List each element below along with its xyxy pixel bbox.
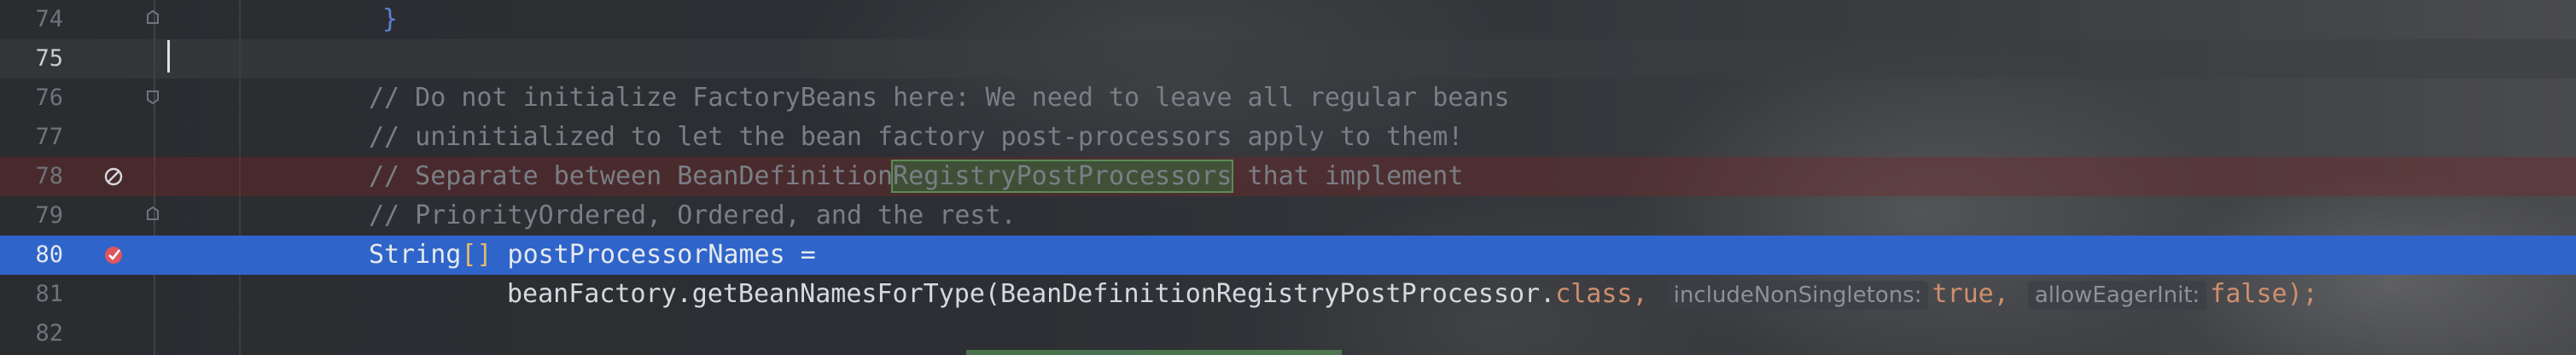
array-brackets: [] (461, 240, 492, 270)
line-number: 82 (35, 320, 63, 346)
line-number: 79 (35, 202, 63, 229)
comma: , (1632, 279, 1648, 309)
line-number: 78 (35, 163, 63, 189)
param-hint-allow-eager-init: allowEagerInit: (2027, 280, 2207, 310)
param-hint-include-non-singletons: includeNonSingletons: (1666, 280, 1929, 310)
literal-false: false (2210, 279, 2288, 309)
line-number: 80 (35, 242, 63, 268)
statement-end: ); (2287, 279, 2318, 309)
code-line-75[interactable]: 75 (0, 39, 2576, 79)
code-line-78[interactable]: 78 // Separate between BeanDefinitionReg… (0, 157, 2576, 196)
search-match-highlight-partial (966, 350, 1342, 355)
disabled-breakpoint-icon[interactable] (103, 166, 124, 187)
comma: , (1993, 279, 2009, 309)
code-line-79[interactable]: 79 // PriorityOrdered, Ordered, and the … (0, 196, 2576, 236)
code-text: } (382, 4, 399, 34)
code-line-76[interactable]: 76 // Do not initialize FactoryBeans her… (0, 79, 2576, 118)
method-call: beanFactory.getBeanNamesForType(BeanDefi… (507, 279, 1556, 309)
line-number: 74 (35, 6, 63, 32)
code-text: beanFactory.getBeanNamesForType(BeanDefi… (507, 275, 2318, 314)
variable-name: postProcessorNames (492, 240, 785, 270)
line-number: 77 (35, 124, 63, 150)
line-number: 76 (35, 84, 63, 111)
code-line-80-execution-point[interactable]: 80 String[] postProcessorNames = (0, 236, 2576, 275)
fold-marker-icon[interactable] (144, 206, 161, 223)
type-name: String (369, 240, 462, 270)
comment-suffix: that implement (1232, 161, 1464, 191)
class-keyword: class (1555, 279, 1633, 309)
fold-marker-icon[interactable] (144, 9, 161, 26)
code-line-77[interactable]: 77 // uninitialized to let the bean fact… (0, 118, 2576, 157)
breakpoint-checked-icon[interactable] (103, 245, 124, 265)
search-match-highlight: RegistryPostProcessors (891, 160, 1234, 193)
text-caret (167, 40, 170, 73)
comment-prefix: // Separate between BeanDefinition (369, 161, 894, 191)
line-number: 75 (35, 45, 63, 72)
fold-marker-icon[interactable] (144, 88, 161, 105)
code-text: String[] postProcessorNames = (369, 236, 816, 275)
code-comment: // Separate between BeanDefinitionRegist… (369, 157, 1463, 196)
code-comment: // uninitialized to let the bean factory… (369, 122, 1464, 152)
literal-true: true (1932, 279, 1994, 309)
code-line-81[interactable]: 81 beanFactory.getBeanNamesForType(BeanD… (0, 275, 2576, 314)
code-line-74[interactable]: 74 } (0, 0, 2576, 39)
code-editor[interactable]: 74 } 75 76 // Do not initialize FactoryB… (0, 0, 2576, 355)
code-line-82[interactable]: 82 (0, 314, 2576, 353)
assign-operator: = (784, 240, 816, 270)
code-comment: // PriorityOrdered, Ordered, and the res… (369, 201, 1017, 230)
line-number: 81 (35, 281, 63, 307)
code-comment: // Do not initialize FactoryBeans here: … (369, 83, 1510, 113)
